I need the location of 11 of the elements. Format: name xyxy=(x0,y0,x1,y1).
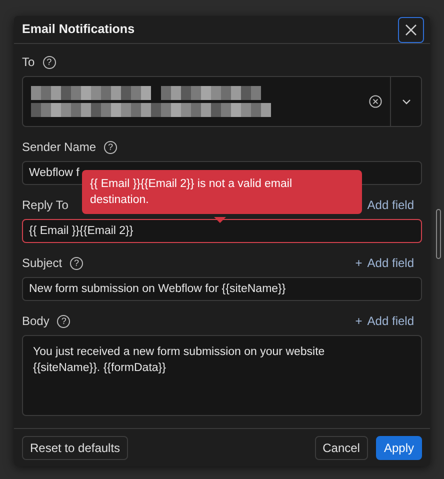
field-label: Subject xyxy=(22,255,62,272)
help-icon: ? xyxy=(104,140,118,154)
error-tooltip: {{ Email }}{{Email 2}} is not a valid email destination. xyxy=(82,170,362,214)
field-label: To xyxy=(22,54,35,72)
help-icon: ? xyxy=(42,56,56,69)
help-icon: ? xyxy=(57,314,70,328)
field-label: Body xyxy=(22,313,50,330)
help-icon: ? xyxy=(70,256,84,270)
field-label: Reply To xyxy=(22,197,68,214)
dialog-title: Email Notifications xyxy=(22,21,135,38)
field-label: Sender Name xyxy=(22,139,96,156)
